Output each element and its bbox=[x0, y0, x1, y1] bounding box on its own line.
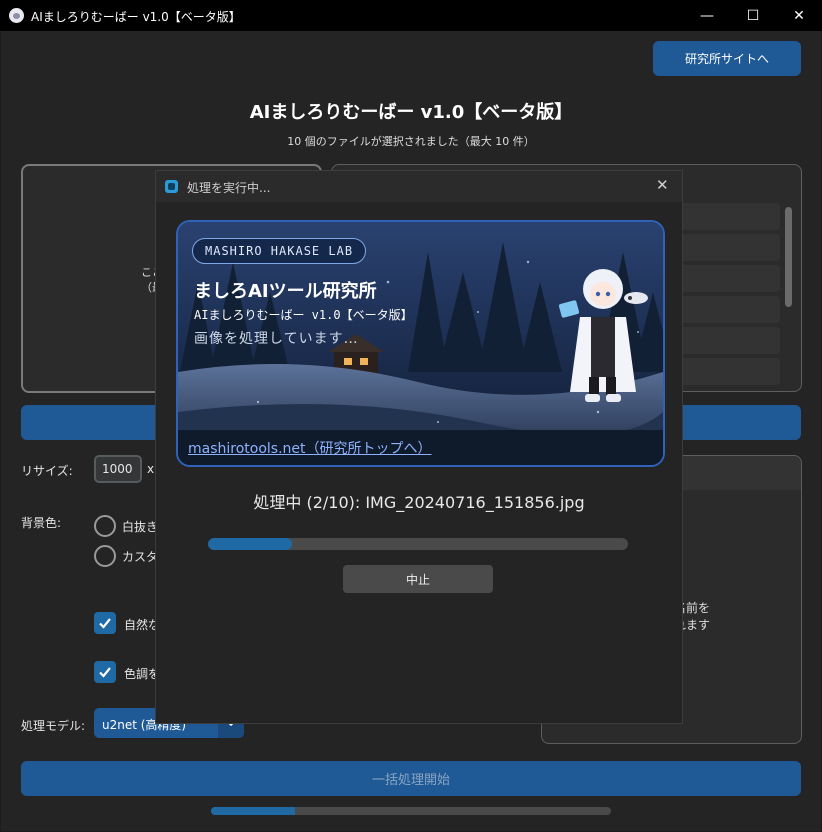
list-scrollbar[interactable] bbox=[785, 207, 792, 307]
dialog-title: 処理を実行中... bbox=[187, 181, 271, 195]
lab-title: ましろAIツール研究所 bbox=[194, 281, 377, 302]
bottom-progress-fill bbox=[211, 807, 295, 815]
list-item[interactable] bbox=[672, 296, 780, 323]
bg-custom-radio[interactable] bbox=[94, 545, 116, 567]
list-item[interactable] bbox=[672, 358, 780, 385]
processing-progress-bar bbox=[208, 538, 628, 550]
lab-name-pill: MASHIRO HAKASE LAB bbox=[192, 238, 367, 264]
resize-x-label: x bbox=[147, 462, 155, 476]
bottom-progress-bar bbox=[211, 807, 611, 815]
lab-status-text: 画像を処理しています… bbox=[194, 331, 359, 347]
close-icon[interactable]: ✕ bbox=[656, 176, 669, 194]
stop-button[interactable]: 中止 bbox=[343, 565, 493, 593]
lab-subtitle: AIましろりむーばー v1.0【ベータ版】 bbox=[194, 308, 413, 322]
resize-width-input[interactable]: 1000 bbox=[94, 455, 142, 483]
maximize-button[interactable]: ☐ bbox=[730, 0, 776, 31]
checkmark-icon bbox=[99, 667, 111, 678]
title-bar: AIましろりむーばー v1.0【ベータ版】 — ☐ ✕ bbox=[0, 0, 822, 31]
bg-custom-label: カスタ bbox=[122, 550, 159, 564]
bg-transparent-label: 白抜き bbox=[122, 520, 159, 534]
natural-checkbox[interactable] bbox=[94, 612, 116, 634]
checkmark-icon bbox=[99, 618, 111, 629]
resize-label: リサイズ: bbox=[21, 464, 73, 478]
file-status-text: 10 個のファイルが選択されました（最大 10 件） bbox=[287, 135, 535, 148]
processing-progress-fill bbox=[208, 538, 292, 550]
model-label: 処理モデル: bbox=[21, 719, 86, 733]
window-close-button[interactable]: ✕ bbox=[776, 0, 822, 31]
lab-site-button[interactable]: 研究所サイトへ bbox=[653, 41, 801, 76]
lab-banner: MASHIRO HAKASE LAB ましろAIツール研究所 AIましろりむーば… bbox=[176, 220, 665, 467]
banner-link-bar: mashirotools.net（研究所トップへ） bbox=[178, 430, 663, 465]
start-batch-button[interactable]: 一括処理開始 bbox=[21, 761, 801, 796]
list-item[interactable] bbox=[672, 265, 780, 292]
tone-checkbox[interactable] bbox=[94, 661, 116, 683]
bg-transparent-radio[interactable] bbox=[94, 515, 116, 537]
lab-site-link[interactable]: mashirotools.net（研究所トップへ） bbox=[188, 438, 432, 458]
minimize-button[interactable]: — bbox=[684, 0, 730, 31]
processing-status-text: 処理中 (2/10): IMG_20240716_151856.jpg bbox=[253, 493, 585, 512]
app-title: AIましろりむーばー v1.0【ベータ版】 bbox=[249, 102, 573, 123]
app-icon bbox=[165, 180, 178, 193]
window-title: AIましろりむーばー v1.0【ベータ版】 bbox=[31, 10, 241, 24]
processing-dialog: 処理を実行中... ✕ MASHIRO HAKASE LAB ましろAIツール研… bbox=[155, 170, 683, 724]
list-item[interactable] bbox=[672, 234, 780, 261]
dialog-title-bar: 処理を実行中... ✕ bbox=[156, 171, 682, 202]
background-label: 背景色: bbox=[21, 516, 62, 530]
list-item[interactable] bbox=[672, 327, 780, 354]
app-icon bbox=[9, 8, 24, 23]
list-item[interactable] bbox=[672, 203, 780, 230]
